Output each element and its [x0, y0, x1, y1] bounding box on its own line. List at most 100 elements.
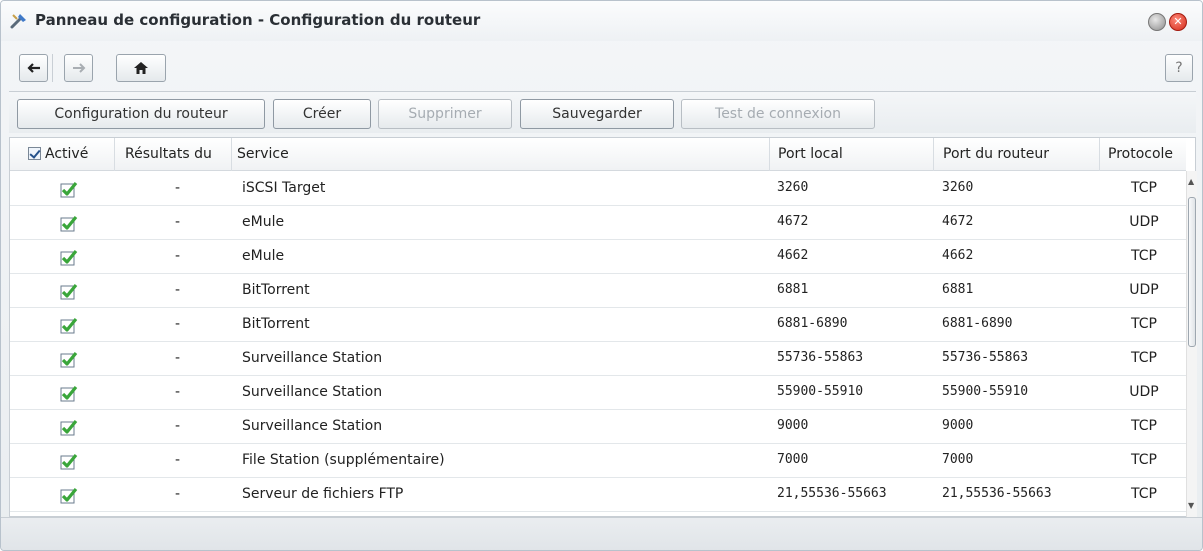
help-button[interactable]: ? — [1165, 54, 1193, 82]
local-port-cell: 6881 — [777, 282, 809, 297]
local-port-cell: 55900-55910 — [777, 384, 864, 399]
header-protocol[interactable]: Protocole — [1100, 138, 1186, 171]
protocol-cell: UDP — [1129, 214, 1159, 230]
enabled-checkbox[interactable] — [60, 419, 78, 436]
enabled-checkbox[interactable] — [60, 181, 78, 198]
protocol-cell: TCP — [1131, 180, 1157, 196]
router-port-cell: 9000 — [942, 418, 974, 433]
local-port-cell: 3260 — [777, 180, 809, 195]
local-port-cell: 7000 — [777, 452, 809, 467]
table-row[interactable]: - BitTorrent 6881 6881 UDP — [10, 274, 1186, 308]
protocol-cell: TCP — [1131, 418, 1157, 434]
header-local-port[interactable]: Port local — [770, 138, 934, 171]
protocol-cell: TCP — [1131, 452, 1157, 468]
router-port-cell: 6881-6890 — [942, 316, 1013, 331]
create-button[interactable]: Créer — [273, 99, 371, 129]
toolbar: Configuration du routeur Créer Supprimer… — [9, 91, 1196, 133]
select-all-checkbox[interactable] — [28, 147, 41, 160]
arrow-left-icon — [26, 63, 40, 73]
protocol-cell: TCP — [1131, 248, 1157, 264]
header-service[interactable]: Service — [232, 138, 770, 171]
router-port-cell: 55736-55863 — [942, 350, 1029, 365]
table-row[interactable]: - Surveillance Station 55736-55863 55736-55… — [10, 342, 1186, 376]
scrollbar-thumb[interactable] — [1188, 197, 1196, 347]
header-enabled[interactable]: Activé — [10, 138, 115, 171]
enabled-checkbox[interactable] — [60, 385, 78, 402]
enabled-checkbox[interactable] — [60, 215, 78, 232]
status-bar — [1, 517, 1202, 550]
minimize-button[interactable] — [1148, 13, 1166, 31]
service-cell: Surveillance Station — [242, 350, 383, 366]
local-port-cell: 55736-55863 — [777, 350, 864, 365]
result-cell: - — [175, 180, 181, 196]
local-port-cell: 4662 — [777, 248, 809, 263]
table-row[interactable]: - BitTorrent 6881-6890 6881-6890 TCP — [10, 308, 1186, 342]
tools-icon — [10, 14, 26, 29]
result-cell: - — [175, 248, 181, 264]
home-button[interactable] — [116, 54, 166, 82]
router-port-cell: 7000 — [942, 452, 974, 467]
table-row[interactable]: - eMule 4662 4662 TCP — [10, 240, 1186, 274]
enabled-checkbox[interactable] — [60, 249, 78, 266]
navigation-bar: ? — [1, 41, 1202, 91]
result-cell: - — [175, 452, 181, 468]
save-button[interactable]: Sauvegarder — [520, 99, 674, 129]
enabled-checkbox[interactable] — [60, 317, 78, 334]
table-row[interactable]: - eMule 4672 4672 UDP — [10, 206, 1186, 240]
test-connection-button[interactable]: Test de connexion — [681, 99, 875, 129]
enabled-checkbox[interactable] — [60, 283, 78, 300]
result-cell: - — [175, 282, 181, 298]
table-row[interactable]: - Surveillance Station 9000 9000 TCP — [10, 410, 1186, 444]
table-row[interactable]: - iSCSI Target 3260 3260 TCP — [10, 172, 1186, 206]
enabled-checkbox[interactable] — [60, 453, 78, 470]
local-port-cell: 21,55536-55663 — [777, 486, 887, 501]
router-port-cell: 4662 — [942, 248, 974, 263]
protocol-cell: TCP — [1131, 350, 1157, 366]
back-button[interactable] — [19, 54, 48, 82]
enabled-checkbox[interactable] — [60, 351, 78, 368]
vertical-scrollbar[interactable]: ▲ ▼ — [1186, 171, 1197, 518]
router-port-cell: 3260 — [942, 180, 974, 195]
forward-button[interactable] — [64, 54, 93, 82]
local-port-cell: 9000 — [777, 418, 809, 433]
scroll-up-icon[interactable]: ▲ — [1188, 177, 1194, 186]
table-header: Activé Résultats du Service Port local P… — [10, 138, 1186, 171]
router-port-cell: 4672 — [942, 214, 974, 229]
router-port-cell: 6881 — [942, 282, 974, 297]
router-port-cell: 55900-55910 — [942, 384, 1029, 399]
header-results[interactable]: Résultats du — [115, 138, 232, 171]
arrow-right-icon — [72, 63, 85, 73]
service-cell: Serveur de fichiers FTP — [242, 486, 404, 502]
home-icon — [134, 62, 148, 74]
table-row[interactable]: - Serveur de fichiers FTP 21,55536-55663 21… — [10, 478, 1186, 512]
window-title: Panneau de configuration - Configuration… — [35, 11, 481, 29]
enabled-checkbox[interactable] — [60, 487, 78, 504]
result-cell: - — [175, 384, 181, 400]
scroll-down-icon[interactable]: ▼ — [1188, 501, 1194, 510]
result-cell: - — [175, 214, 181, 230]
local-port-cell: 4672 — [777, 214, 809, 229]
result-cell: - — [175, 486, 181, 502]
table-row[interactable]: - Surveillance Station 55900-55910 55900-55… — [10, 376, 1186, 410]
header-router-port[interactable]: Port du routeur — [934, 138, 1100, 171]
protocol-cell: UDP — [1129, 282, 1159, 298]
title-bar: Panneau de configuration - Configuration… — [1, 1, 1202, 41]
protocol-cell: TCP — [1131, 316, 1157, 332]
router-config-button[interactable]: Configuration du routeur — [17, 99, 265, 129]
control-panel-window: Panneau de configuration - Configuration… — [0, 0, 1203, 551]
result-cell: - — [175, 418, 181, 434]
service-cell: BitTorrent — [242, 282, 310, 298]
result-cell: - — [175, 350, 181, 366]
service-cell: iSCSI Target — [242, 180, 326, 196]
port-forwarding-table: Activé Résultats du Service Port local P… — [9, 137, 1197, 518]
protocol-cell: TCP — [1131, 486, 1157, 502]
protocol-cell: UDP — [1129, 384, 1159, 400]
service-cell: Surveillance Station — [242, 384, 383, 400]
delete-button[interactable]: Supprimer — [378, 99, 512, 129]
router-port-cell: 21,55536-55663 — [942, 486, 1052, 501]
service-cell: File Station (supplémentaire) — [242, 452, 445, 468]
close-button[interactable]: ✕ — [1169, 13, 1187, 31]
table-row[interactable]: - File Station (supplémentaire) 7000 7000 TC… — [10, 444, 1186, 478]
service-cell: eMule — [242, 248, 285, 264]
service-cell: BitTorrent — [242, 316, 310, 332]
